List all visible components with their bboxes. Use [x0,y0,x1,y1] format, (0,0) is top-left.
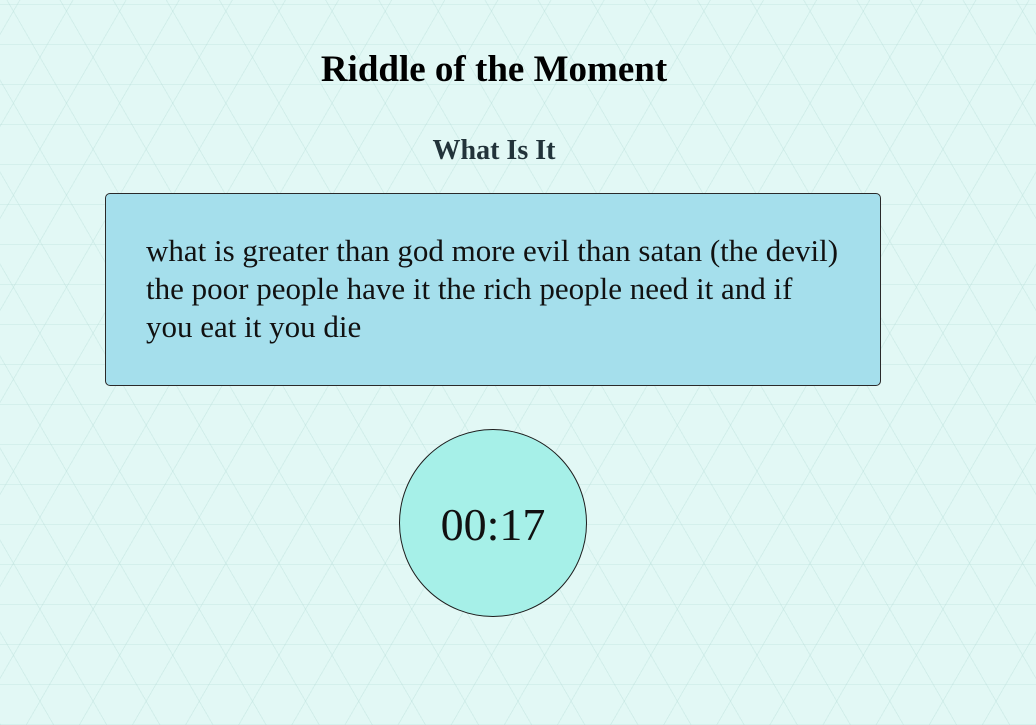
countdown-timer: 00:17 [399,429,587,617]
riddle-text: what is greater than god more evil than … [146,233,839,344]
timer-value: 00:17 [440,498,546,550]
riddle-card: what is greater than god more evil than … [105,193,881,386]
page-title: Riddle of the Moment [320,49,668,90]
riddle-title: What Is It [432,135,556,166]
